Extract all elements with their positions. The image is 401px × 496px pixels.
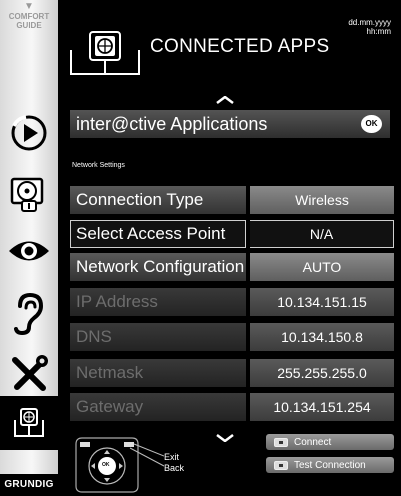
exit-hint: Exit	[164, 452, 180, 462]
connected-apps-header-icon	[70, 31, 140, 75]
connect-label: Connect	[294, 436, 332, 448]
interactive-applications-label: inter@ctive Applications	[76, 113, 268, 134]
red-key-icon	[274, 437, 288, 447]
chevron-up-icon[interactable]	[216, 96, 234, 104]
row-label: DNS	[70, 323, 246, 351]
triangle-down-icon: ▼	[24, 1, 34, 12]
date-time: dd.mm.yyyy hh:mm	[348, 18, 391, 36]
green-key-icon	[274, 460, 288, 470]
row-value[interactable]: AUTO	[250, 253, 394, 281]
comfort-guide-line2: GUIDE	[16, 21, 42, 30]
connect-button[interactable]: Connect	[266, 434, 394, 450]
row-label: Network Configuration	[70, 253, 246, 281]
ok-button[interactable]: OK	[361, 115, 382, 133]
row-label: Gateway	[70, 393, 246, 421]
media-disc-icon	[10, 177, 44, 212]
eye-icon	[9, 241, 49, 261]
section-label: Network Settings	[72, 162, 125, 169]
row-netmask: Netmask 255.255.255.0	[70, 359, 394, 387]
remote-navigation-icon	[75, 437, 164, 493]
row-value: 10.134.150.8	[250, 323, 394, 351]
row-label: Select Access Point	[70, 220, 246, 248]
date-text: dd.mm.yyyy	[348, 18, 391, 27]
row-select-access-point[interactable]: Select Access Point N/A	[70, 220, 394, 248]
brand-logo: GRUNDIG	[0, 474, 58, 496]
connected-apps-icon	[14, 408, 44, 437]
back-hint: Back	[164, 463, 185, 473]
remote-ok-label: OK	[102, 462, 110, 468]
row-value: 255.255.255.0	[250, 359, 394, 387]
row-ip-address: IP Address 10.134.151.15	[70, 288, 394, 316]
row-value: 10.134.151.15	[250, 288, 394, 316]
sidebar: ▼ COMFORT GUIDE GRUNDIG	[0, 0, 58, 496]
row-value: 10.134.151.254	[250, 393, 394, 421]
tools-icon	[12, 355, 48, 391]
row-dns: DNS 10.134.150.8	[70, 323, 394, 351]
page-title: CONNECTED APPS	[150, 36, 330, 57]
ear-icon	[14, 292, 44, 336]
row-label: Netmask	[70, 359, 246, 387]
sidebar-item-connected-apps[interactable]	[0, 396, 58, 450]
row-label: Connection Type	[70, 186, 246, 214]
comfort-guide-line1: COMFORT	[8, 12, 50, 21]
test-connection-button[interactable]: Test Connection	[266, 457, 394, 473]
sidebar-item-sound[interactable]	[0, 285, 58, 343]
time-text: hh:mm	[366, 27, 391, 36]
connected-apps-screen: ▼ COMFORT GUIDE GRUNDIG CONNECTED APPS d…	[0, 0, 401, 496]
sidebar-item-picture[interactable]	[0, 222, 58, 280]
row-label: IP Address	[70, 288, 246, 316]
row-gateway: Gateway 10.134.151.254	[70, 393, 394, 421]
interactive-applications-item[interactable]: inter@ctive Applications OK	[70, 110, 390, 138]
row-connection-type[interactable]: Connection Type Wireless	[70, 186, 394, 214]
sidebar-item-media[interactable]	[0, 164, 58, 222]
row-network-configuration[interactable]: Network Configuration AUTO	[70, 253, 394, 281]
play-icon	[11, 115, 47, 151]
sidebar-item-settings[interactable]	[0, 345, 58, 403]
comfort-guide: ▼ COMFORT GUIDE	[0, 1, 58, 31]
chevron-down-icon[interactable]	[216, 434, 234, 442]
row-value[interactable]: Wireless	[250, 186, 394, 214]
test-connection-label: Test Connection	[294, 459, 366, 471]
sidebar-item-playback[interactable]	[0, 104, 58, 162]
row-value[interactable]: N/A	[250, 220, 394, 248]
